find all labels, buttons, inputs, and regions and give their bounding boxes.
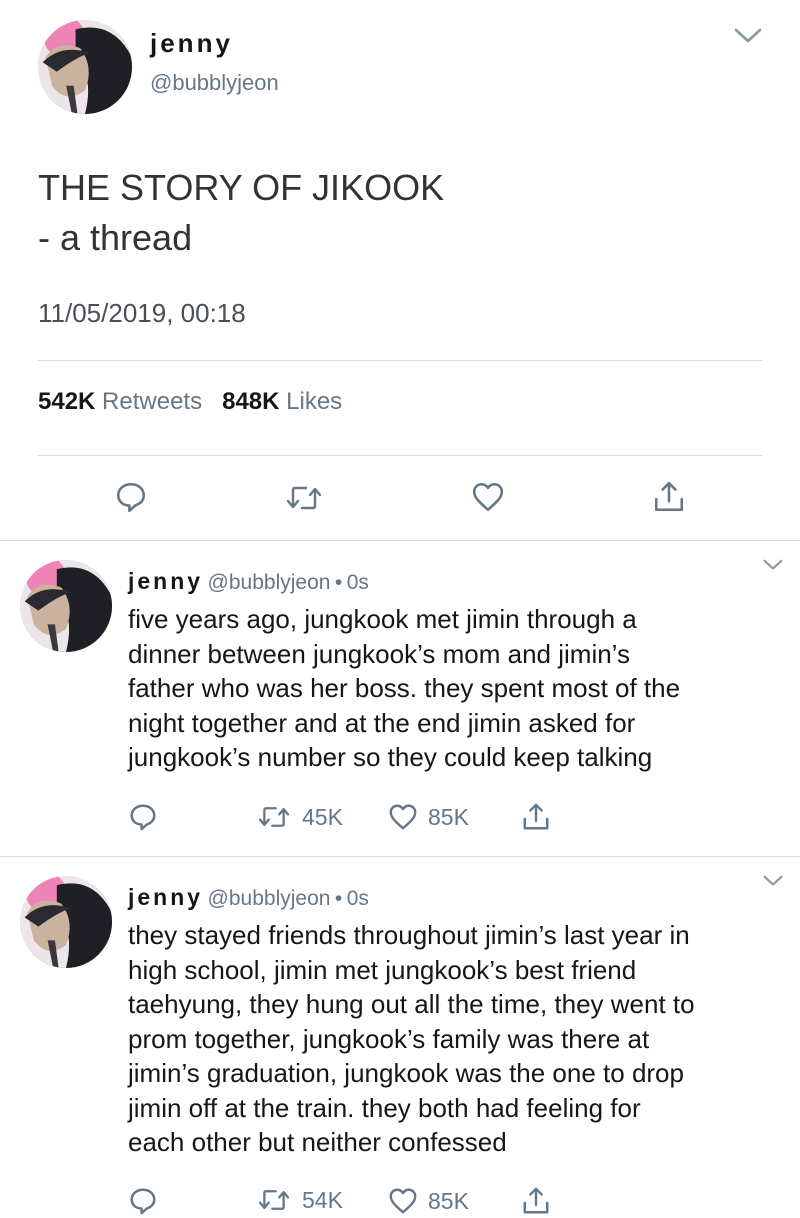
divider bbox=[38, 360, 762, 361]
reply-text-line: taehyung, they hung out all the time, th… bbox=[128, 989, 695, 1019]
avatar[interactable] bbox=[38, 20, 132, 114]
retweet-button[interactable]: 54K bbox=[256, 1186, 343, 1214]
divider bbox=[38, 455, 762, 456]
reply-header: jenny @bubblyjeon • 0s bbox=[128, 568, 369, 595]
reply-text-line: father who was her boss. they spent most… bbox=[128, 673, 681, 703]
heart-icon bbox=[389, 1188, 417, 1214]
retweet-count: 54K bbox=[302, 1186, 343, 1213]
reply-text: five years ago, jungkook met jimin throu… bbox=[128, 602, 680, 775]
like-count: 85K bbox=[428, 803, 469, 830]
author-handle[interactable]: @bubblyjeon bbox=[150, 70, 279, 96]
share-icon[interactable] bbox=[652, 478, 686, 516]
likes-label: Likes bbox=[286, 388, 343, 415]
like-count: 85K bbox=[428, 1187, 469, 1214]
engagement-stats: 542K Retweets 848K Likes bbox=[38, 388, 342, 416]
share-icon[interactable] bbox=[521, 1184, 551, 1218]
reply-text-line: jungkook’s number so they could keep tal… bbox=[128, 742, 653, 772]
author-name[interactable]: jenny bbox=[150, 28, 233, 59]
author-handle[interactable]: @bubblyjeon bbox=[208, 571, 331, 594]
reply-icon[interactable] bbox=[128, 1186, 158, 1216]
avatar[interactable] bbox=[20, 876, 112, 968]
reply-text: they stayed friends throughout jimin’s l… bbox=[128, 918, 695, 1160]
reply-text-line: jimin’s graduation, jungkook was the one… bbox=[128, 1058, 684, 1088]
retweets-label: Retweets bbox=[102, 388, 203, 415]
reply-header: jenny @bubblyjeon • 0s bbox=[128, 884, 369, 911]
reply-icon[interactable] bbox=[128, 802, 158, 832]
likes-count: 848K bbox=[222, 388, 280, 415]
avatar[interactable] bbox=[20, 560, 112, 652]
reply-text-line: dinner between jungkook’s mom and jimin’… bbox=[128, 638, 630, 669]
author-name[interactable]: jenny bbox=[128, 884, 203, 910]
section-divider bbox=[0, 540, 800, 541]
avatar-image bbox=[38, 20, 132, 114]
author-name[interactable]: jenny bbox=[128, 568, 203, 594]
retweet-icon bbox=[258, 1190, 290, 1210]
likes-stat[interactable]: 848K Likes bbox=[222, 388, 342, 415]
retweets-stat[interactable]: 542K Retweets bbox=[38, 388, 202, 415]
reply-text-line: they stayed friends throughout jimin’s l… bbox=[128, 920, 690, 950]
reply-text-line: night together and at the end jimin aske… bbox=[128, 707, 636, 738]
reply-time: 0s bbox=[346, 571, 369, 594]
like-button[interactable]: 85K bbox=[388, 1186, 469, 1216]
retweet-icon bbox=[258, 807, 290, 827]
reply-time: 0s bbox=[346, 887, 369, 910]
reply-text-line: five years ago, jungkook met jimin throu… bbox=[128, 604, 637, 634]
reply-text-line: jimin off at the train. they both had fe… bbox=[128, 1092, 641, 1123]
like-button[interactable]: 85K bbox=[388, 802, 469, 832]
chevron-down-icon[interactable] bbox=[733, 26, 763, 46]
reply-text-line: each other but neither confessed bbox=[128, 1127, 507, 1157]
separator-dot: • bbox=[334, 571, 343, 594]
reply-text-line: high school, jimin met jungkook’s best f… bbox=[128, 954, 637, 985]
retweet-button[interactable]: 45K bbox=[256, 803, 343, 831]
reply-text-line: prom together, jungkook’s family was the… bbox=[128, 1023, 650, 1054]
share-icon[interactable] bbox=[521, 800, 551, 834]
reply-icon[interactable] bbox=[114, 480, 148, 514]
chevron-down-icon[interactable] bbox=[762, 874, 784, 888]
tweet-timestamp[interactable]: 11/05/2019, 00:18 bbox=[38, 298, 246, 329]
chevron-down-icon[interactable] bbox=[762, 558, 784, 572]
retweet-count: 45K bbox=[302, 803, 343, 830]
author-handle[interactable]: @bubblyjeon bbox=[208, 887, 331, 910]
heart-icon bbox=[389, 804, 417, 830]
avatar-image bbox=[20, 560, 112, 652]
retweets-count: 542K bbox=[38, 388, 96, 415]
separator-dot: • bbox=[334, 887, 343, 910]
retweet-icon[interactable] bbox=[284, 482, 324, 514]
section-divider bbox=[0, 856, 800, 857]
heart-icon[interactable] bbox=[471, 480, 505, 514]
tweet-text-line-1: THE STORY OF JIKOOK bbox=[38, 167, 445, 208]
avatar-image bbox=[20, 876, 112, 968]
tweet-text-line-2: - a thread bbox=[38, 217, 193, 258]
